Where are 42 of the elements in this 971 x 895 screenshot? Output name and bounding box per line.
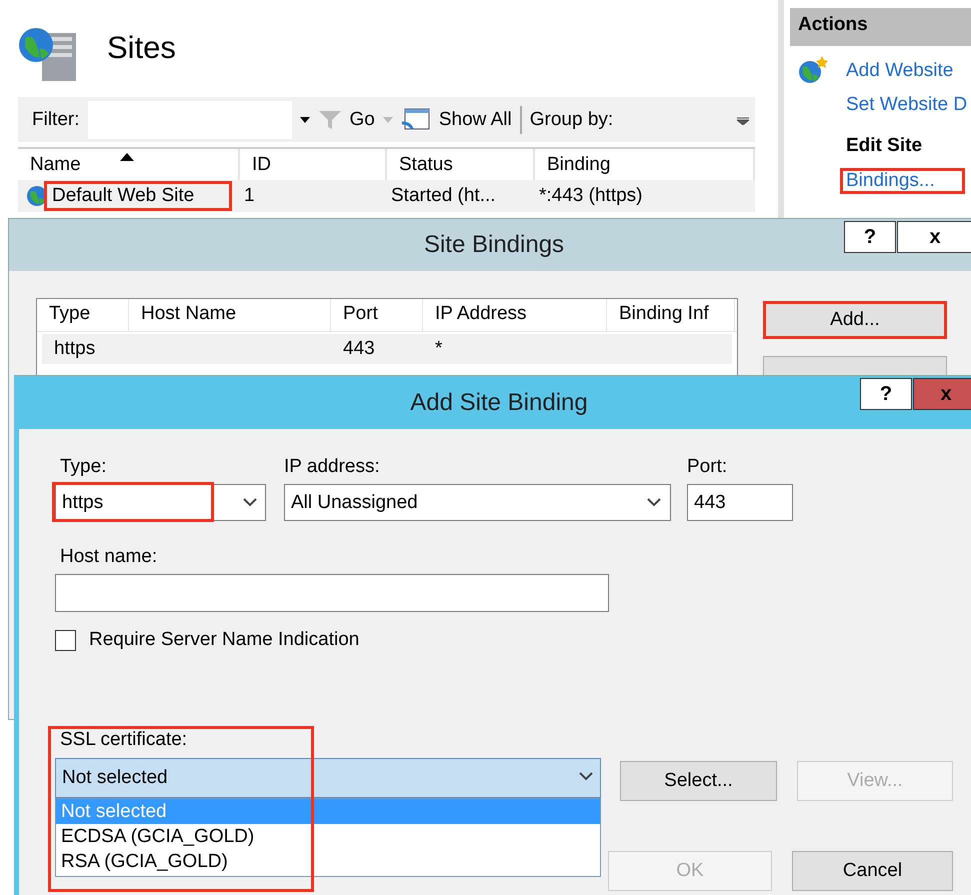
ssl-certificate-dropdown[interactable]: Not selected <box>55 758 601 798</box>
table-cell-text: 1 <box>243 185 256 207</box>
help-button[interactable]: ? <box>844 221 896 253</box>
add-button[interactable]: Add... <box>763 301 947 339</box>
type-dropdown[interactable]: https <box>55 484 266 521</box>
table-cell-text: Started (ht... <box>390 185 497 207</box>
action-link[interactable]: Set Website D <box>840 92 971 118</box>
table-cell: Default Web Site <box>44 181 232 211</box>
filter-label: Filter: <box>32 108 80 130</box>
dialog-button[interactable]: Cancel <box>792 851 953 891</box>
port-field[interactable]: 443 <box>687 484 793 521</box>
type-label: Type: <box>60 456 106 478</box>
dialog-button[interactable]: Select... <box>620 761 777 801</box>
close-button[interactable]: x <box>913 378 971 410</box>
site-row[interactable]: Default Web Site 1 Started (ht... *:443 (https) <box>18 180 755 212</box>
sni-label: Require Server Name Indication <box>89 629 360 651</box>
column-header[interactable]: IP Address <box>423 299 607 331</box>
column-header[interactable]: Binding Inf <box>607 299 735 331</box>
table-cell-text: * <box>434 338 444 360</box>
port-label: Port: <box>687 456 728 478</box>
page-title: Sites <box>107 30 176 66</box>
list-option[interactable]: ECDSA (GCIA_GOLD) <box>56 824 600 849</box>
action-heading: Edit Site <box>845 134 924 158</box>
close-button[interactable]: x <box>897 221 971 253</box>
go-button[interactable]: Go <box>350 108 375 130</box>
ip-address-label: IP address: <box>284 456 380 478</box>
column-header[interactable]: Host Name <box>129 299 331 331</box>
column-header[interactable]: Type <box>37 299 129 331</box>
actions-header: Actions <box>790 8 971 46</box>
table-cell-text: *:443 (https) <box>538 185 644 207</box>
group-by-label: Group by: <box>530 108 614 130</box>
ssl-certificate-label: SSL certificate: <box>60 729 188 751</box>
table-cell-text: 443 <box>342 338 376 360</box>
table-cell-text: https <box>53 338 96 360</box>
host-name-label: Host name: <box>60 546 158 568</box>
ip-address-dropdown[interactable]: All Unassigned <box>284 484 671 521</box>
list-option[interactable]: RSA (GCIA_GOLD) <box>56 849 600 874</box>
show-all-button[interactable]: Show All <box>438 108 512 130</box>
help-button[interactable]: ? <box>860 378 912 410</box>
action-link[interactable]: Add Website <box>840 58 971 84</box>
action-link[interactable]: Bindings... <box>840 168 965 194</box>
column-header[interactable]: Port <box>331 299 423 331</box>
